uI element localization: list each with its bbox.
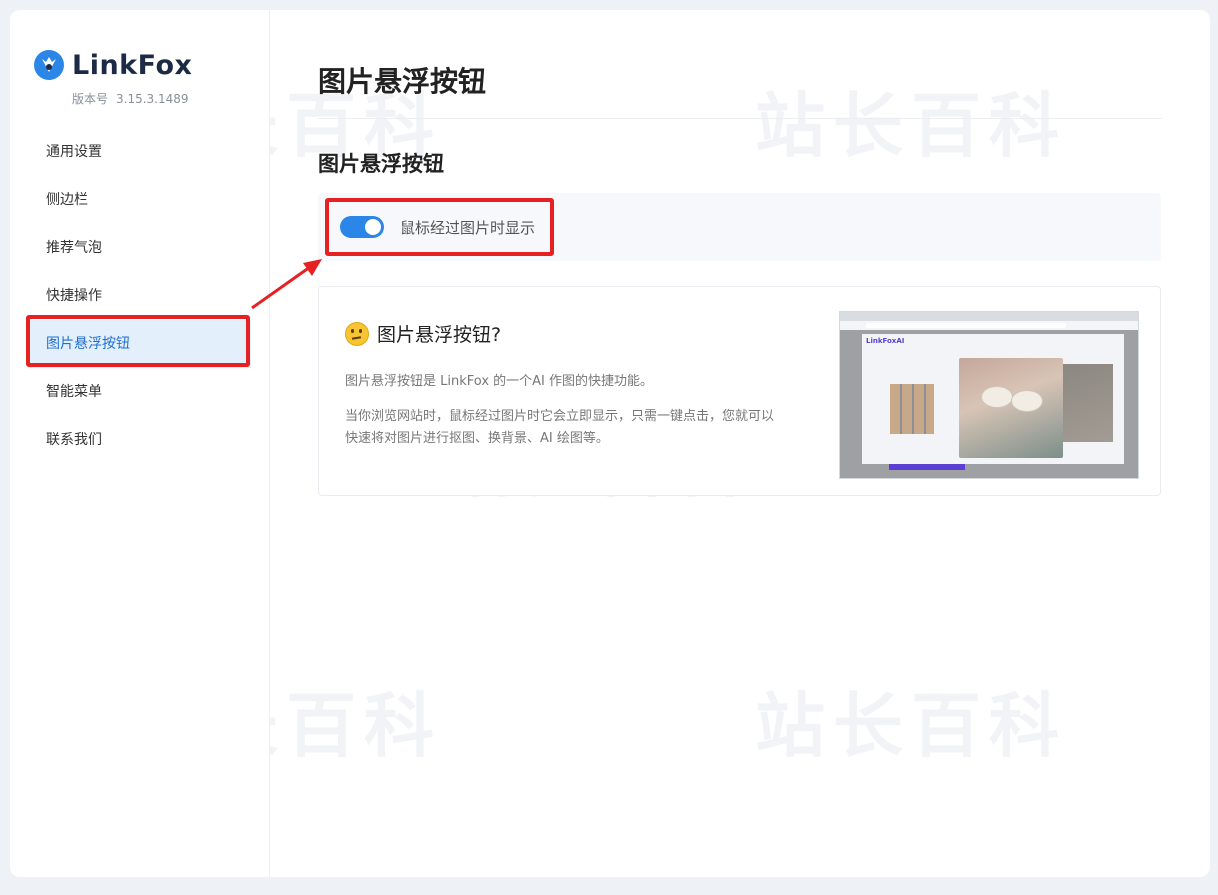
highlight-box-toggle <box>325 198 554 256</box>
sidebar-item-sidebar[interactable]: 侧边栏 <box>10 176 269 224</box>
preview-browser-tabs <box>840 312 1138 321</box>
version-label: 版本号 <box>72 92 109 106</box>
preview-url-bar <box>840 321 1138 330</box>
annotation-arrow-icon <box>251 259 322 310</box>
preview-thumbnails <box>890 384 934 434</box>
thinking-face-icon <box>345 321 369 346</box>
sidebar-item-bubble[interactable]: 推荐气泡 <box>10 224 269 272</box>
preview-action-bar <box>889 464 965 470</box>
preview-app: LinkFoxAI <box>862 334 1124 470</box>
preview-photo <box>959 358 1063 458</box>
slipper-image <box>1011 390 1043 412</box>
info-title: 图片悬浮按钮? <box>345 320 501 347</box>
version-value: 3.15.3.1489 <box>116 92 189 106</box>
divider <box>318 118 1162 119</box>
sidebar-nav: 通用设置 侧边栏 推荐气泡 快捷操作 图片悬浮按钮 智能菜单 联系我们 <box>10 128 269 464</box>
sidebar-item-contact[interactable]: 联系我们 <box>10 416 269 464</box>
sidebar-item-general[interactable]: 通用设置 <box>10 128 269 176</box>
info-description-detail: 当你浏览网站时，鼠标经过图片时它会立即显示，只需一键点击，您就可以快速将对图片进… <box>345 409 775 446</box>
version-info: 版本号 3.15.3.1489 <box>72 90 189 107</box>
sidebar-item-smart-menu[interactable]: 智能菜单 <box>10 368 269 416</box>
preview-brand: LinkFoxAI <box>866 337 905 345</box>
fox-logo-icon <box>34 50 64 80</box>
preview-photo-secondary <box>1063 364 1113 442</box>
sidebar: LinkFox 版本号 3.15.3.1489 通用设置 侧边栏 推荐气泡 快捷操… <box>10 10 270 877</box>
brand-name: LinkFox <box>72 49 193 81</box>
slipper-image <box>981 386 1013 408</box>
sidebar-item-shortcuts[interactable]: 快捷操作 <box>10 272 269 320</box>
main-content: 图片悬浮按钮 图片悬浮按钮 鼠标经过图片时显示 图片悬浮按钮? 图片悬浮按钮是 … <box>270 10 1210 877</box>
app-logo: LinkFox <box>32 48 192 82</box>
highlight-box-sidebar <box>26 315 250 367</box>
feature-preview-image: LinkFoxAI <box>839 311 1139 479</box>
settings-window: 站长百科 站长百科 站长百科 站长百科 站长百科 LinkFox 版本号3.15… <box>10 10 1210 877</box>
page-title: 图片悬浮按钮 <box>318 65 487 98</box>
section-title: 图片悬浮按钮 <box>318 152 444 176</box>
preview-page: LinkFoxAI <box>840 330 1138 478</box>
info-title-text: 图片悬浮按钮? <box>377 324 502 346</box>
feature-info-card: 图片悬浮按钮? 图片悬浮按钮是 LinkFox 的一个AI 作图的快捷功能。 当… <box>318 286 1161 496</box>
info-description: 图片悬浮按钮是 LinkFox 的一个AI 作图的快捷功能。 <box>345 374 654 389</box>
